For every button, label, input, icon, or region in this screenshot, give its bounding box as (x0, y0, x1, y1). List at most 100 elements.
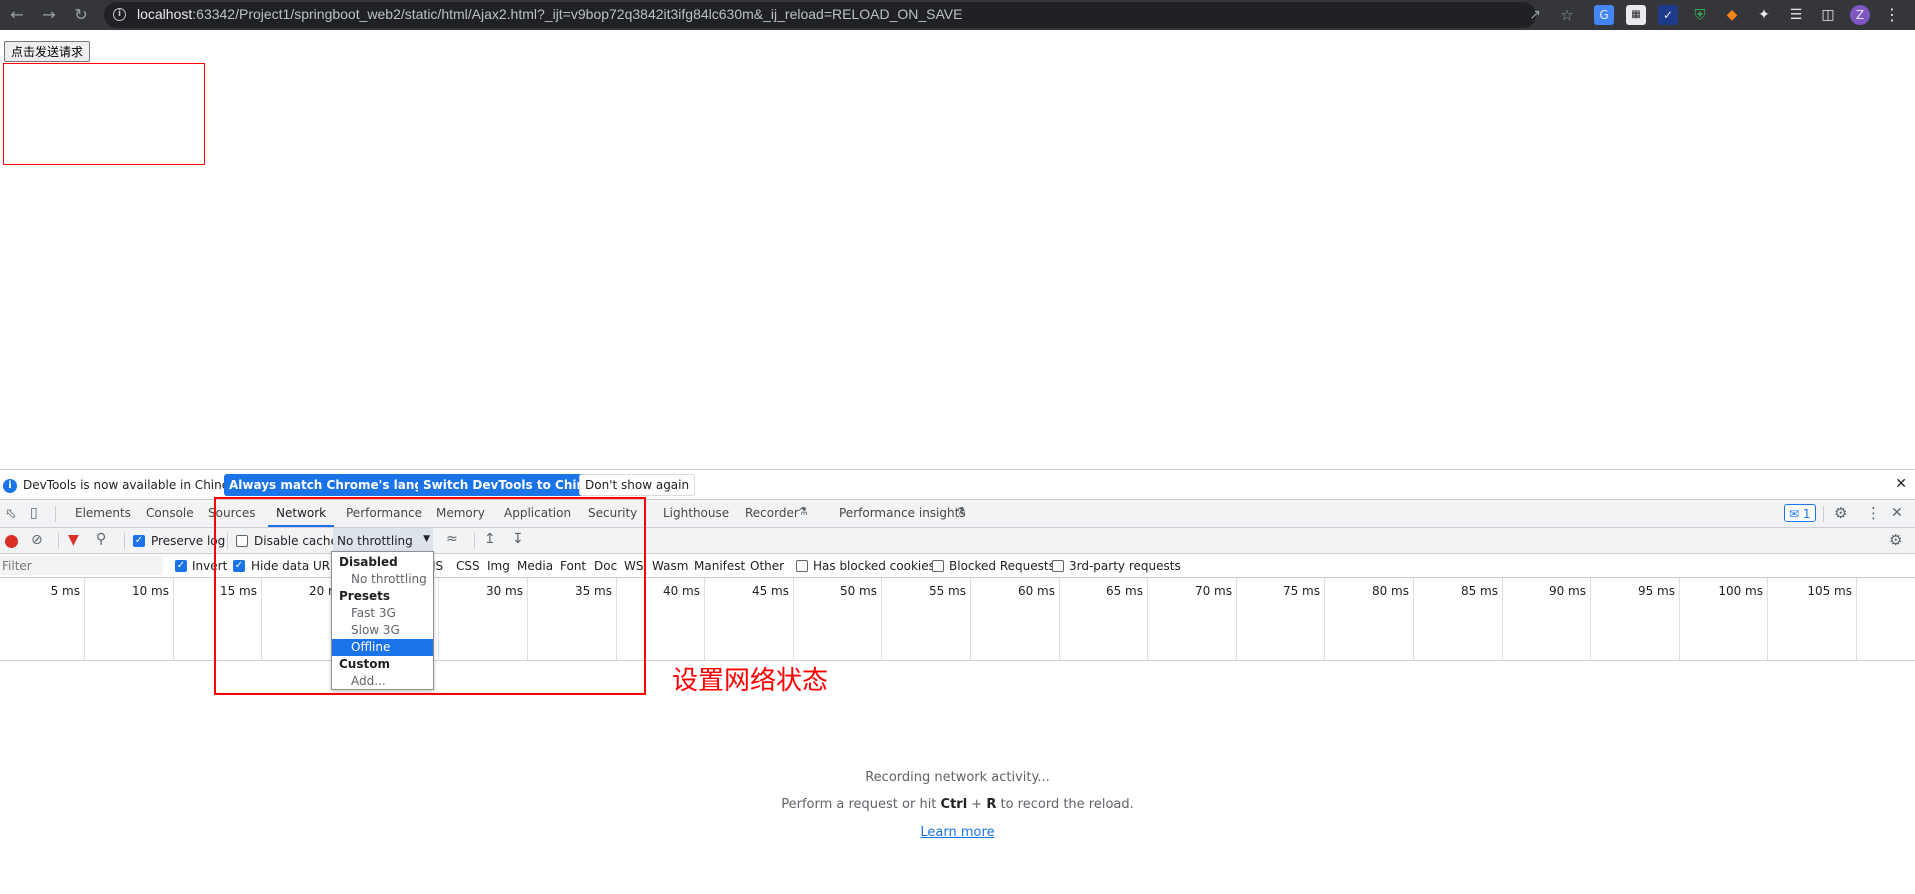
timeline-tick-label: 85 ms (1460, 584, 1498, 598)
translate-extension-icon[interactable]: G (1594, 5, 1614, 25)
timeline-tick-label: 95 ms (1637, 584, 1675, 598)
hint-plus: + (967, 797, 987, 812)
tab-elements[interactable]: Elements (75, 500, 131, 527)
network-settings-gear-icon[interactable]: ⚙ (1889, 531, 1902, 549)
timeline-gridline (1679, 578, 1680, 661)
language-infobar: i DevTools is now available in Chinese! … (0, 470, 1915, 500)
timeline-tick-label: 55 ms (928, 584, 966, 598)
more-options-icon[interactable]: ⋮ (1866, 504, 1881, 522)
timeline-gridline (970, 578, 971, 661)
type-filter-manifest[interactable]: Manifest (694, 559, 745, 573)
profile-avatar[interactable]: Z (1850, 5, 1870, 25)
timeline-tick-label: 65 ms (1105, 584, 1143, 598)
timeline-gridline (1767, 578, 1768, 661)
dont-show-again-button[interactable]: Don't show again (579, 474, 696, 496)
close-icon[interactable]: ✕ (1895, 476, 1907, 492)
tab-lighthouse[interactable]: Lighthouse (663, 500, 729, 527)
send-request-button[interactable]: 点击发送请求 (4, 41, 91, 62)
filter-input[interactable] (0, 556, 163, 575)
timeline-tick-label: 50 ms (839, 584, 877, 598)
timeline-gridline (704, 578, 705, 661)
timeline-tick-label: 40 ms (662, 584, 700, 598)
settings-gear-icon[interactable]: ⚙ (1834, 504, 1847, 522)
recording-message: Recording network activity... (865, 770, 1050, 785)
timeline-gridline (1147, 578, 1148, 661)
tab-console[interactable]: Console (146, 500, 194, 527)
issues-badge[interactable]: ✉ 1 (1784, 504, 1816, 522)
close-devtools-icon[interactable]: ✕ (1891, 505, 1903, 521)
inspect-element-icon[interactable]: ⬁ (5, 506, 17, 522)
clear-icon[interactable]: ⊘ (31, 532, 43, 548)
timeline-gridline (881, 578, 882, 661)
blocked-requests-checkbox[interactable] (932, 560, 944, 572)
back-icon[interactable]: ← (6, 4, 28, 26)
tab-recorder[interactable]: Recorder (745, 500, 799, 527)
search-icon[interactable]: ⚲ (96, 531, 106, 547)
reading-list-icon[interactable]: ☰ (1786, 5, 1806, 25)
forward-icon[interactable]: → (38, 4, 60, 26)
bookmark-star-icon[interactable]: ☆ (1556, 4, 1578, 26)
browser-toolbar: ← → ↻ i localhost:63342/Project1/springb… (0, 0, 1915, 30)
timeline-gridline (1502, 578, 1503, 661)
address-bar[interactable]: i localhost:63342/Project1/springboot_we… (104, 2, 1574, 28)
filter-icon[interactable]: ▼ (68, 532, 79, 548)
divider (1823, 506, 1824, 522)
has-blocked-cookies-checkbox[interactable] (796, 560, 808, 572)
divider (58, 533, 59, 549)
chrome-menu-icon[interactable]: ⋮ (1882, 5, 1902, 25)
url-host: localhost (137, 6, 193, 22)
learn-more-link[interactable]: Learn more (920, 825, 994, 840)
issues-count: 1 (1802, 507, 1811, 521)
record-icon[interactable] (5, 535, 18, 548)
timeline-tick-label: 90 ms (1548, 584, 1586, 598)
info-icon: i (3, 479, 17, 493)
hint-text: Perform a request or hit (781, 797, 941, 812)
url-path: :63342/Project1/springboot_web2/static/h… (192, 6, 963, 22)
shortcut-key-r: R (986, 797, 997, 812)
extension-icon[interactable]: ▦ (1626, 5, 1646, 25)
timeline-tick-label: 80 ms (1371, 584, 1409, 598)
flask-icon: ⚗ (798, 505, 808, 518)
timeline-tick-label: 5 ms (50, 584, 80, 598)
third-party-requests-label: 3rd-party requests (1069, 559, 1181, 573)
checkmark-extension-icon[interactable]: ✓ (1658, 5, 1678, 25)
device-toolbar-icon[interactable]: ▯ (30, 505, 38, 521)
timeline-gridline (1856, 578, 1857, 661)
invert-checkbox[interactable]: ✓ (175, 560, 187, 572)
share-icon[interactable]: ↗ (1524, 4, 1546, 26)
third-party-requests-checkbox[interactable] (1052, 560, 1064, 572)
timeline-gridline (1236, 578, 1237, 661)
timeline-gridline (1590, 578, 1591, 661)
hint-text: to record the reload. (996, 797, 1134, 812)
reload-icon[interactable]: ↻ (70, 4, 92, 26)
tab-performance-insights[interactable]: Performance insights (839, 500, 966, 527)
shortcut-key-ctrl: Ctrl (940, 797, 968, 812)
preserve-log-checkbox[interactable]: ✓ (133, 535, 145, 547)
divider (124, 533, 125, 549)
puzzle-extensions-icon[interactable]: ✦ (1754, 5, 1774, 25)
type-filter-wasm[interactable]: Wasm (652, 559, 688, 573)
timeline-gridline (1324, 578, 1325, 661)
metamask-fox-icon[interactable]: ◆ (1722, 5, 1742, 25)
shield-extension-icon[interactable]: ⛨ (1690, 5, 1710, 25)
timeline-gridline (84, 578, 85, 661)
timeline-gridline (1059, 578, 1060, 661)
divider (55, 506, 56, 522)
url-text[interactable]: localhost:63342/Project1/springboot_web2… (137, 6, 962, 22)
annotation-highlight-box (214, 497, 646, 695)
timeline-gridline (173, 578, 174, 661)
has-blocked-cookies-label: Has blocked cookies (813, 559, 935, 573)
timeline-gridline (1413, 578, 1414, 661)
result-container (3, 63, 205, 165)
timeline-gridline (793, 578, 794, 661)
infobar-message: DevTools is now available in Chinese! (23, 478, 248, 492)
timeline-tick-label: 45 ms (751, 584, 789, 598)
site-info-icon[interactable]: i (113, 8, 126, 21)
type-filter-other[interactable]: Other (750, 559, 784, 573)
timeline-tick-label: 75 ms (1282, 584, 1320, 598)
timeline-tick-label: 10 ms (131, 584, 169, 598)
side-panel-icon[interactable]: ◫ (1818, 5, 1838, 25)
timeline-tick-label: 70 ms (1194, 584, 1232, 598)
blocked-requests-label: Blocked Requests (949, 559, 1055, 573)
learn-more-row: Learn more (0, 825, 1915, 840)
